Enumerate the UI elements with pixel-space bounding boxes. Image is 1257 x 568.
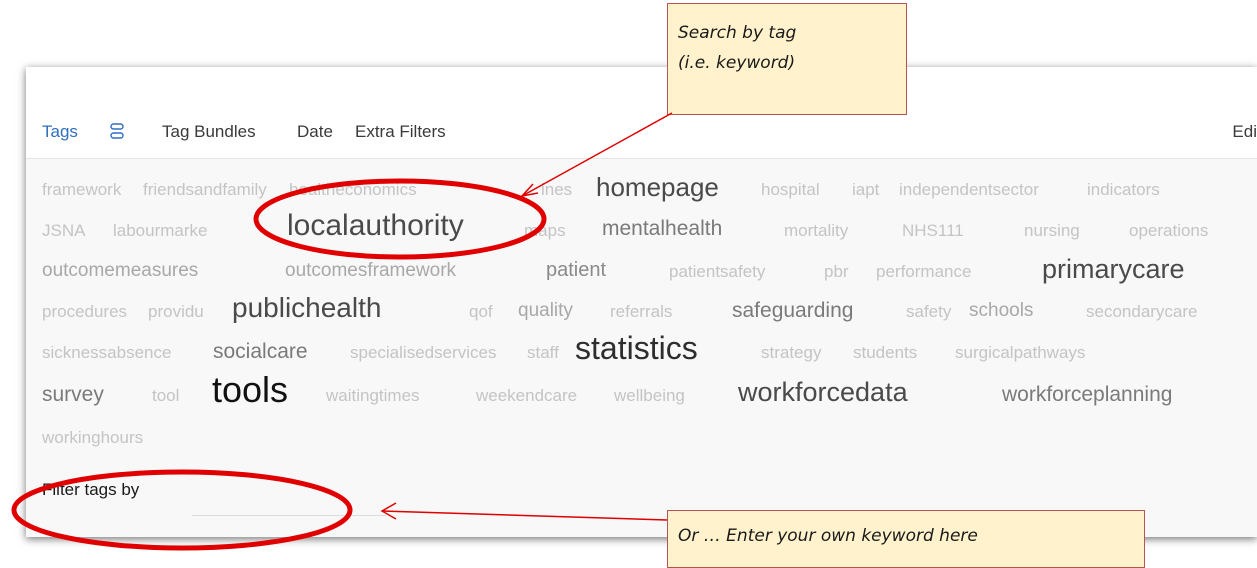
tag-item[interactable]: outcomemeasures	[42, 260, 198, 282]
tag-item[interactable]: quality	[518, 300, 573, 322]
tag-item[interactable]: secondarycare	[1086, 302, 1198, 322]
search-by-tag-callout: Search by tag (i.e. keyword)	[667, 3, 907, 115]
filter-tabs: Tags Tag Bundles Date Extra Filters Edi	[26, 105, 1257, 159]
tag-item[interactable]: JSNA	[42, 221, 85, 241]
tag-item[interactable]: independentsector	[899, 180, 1039, 200]
tag-item[interactable]: procedures	[42, 302, 127, 322]
enter-keyword-callout: Or … Enter your own keyword here	[667, 510, 1145, 568]
tag-item[interactable]: tool	[152, 386, 179, 406]
tag-item[interactable]: workinghours	[42, 428, 143, 448]
edit-link[interactable]: Edi	[1232, 122, 1257, 142]
callout-line: Or … Enter your own keyword here	[678, 526, 978, 546]
tag-item[interactable]: labourmarke	[113, 221, 208, 241]
tag-item[interactable]: referrals	[610, 302, 672, 322]
tag-item[interactable]: surgicalpathways	[955, 343, 1085, 363]
tag-item[interactable]: workforceplanning	[1002, 383, 1172, 407]
tag-item[interactable]: performance	[876, 262, 971, 282]
tag-item[interactable]: safety	[906, 302, 951, 322]
callout-line: (i.e. keyword)	[678, 53, 796, 73]
tag-item[interactable]: weekendcare	[476, 386, 577, 406]
tag-item[interactable]: nursing	[1024, 221, 1080, 241]
tag-item[interactable]: NHS111	[902, 221, 964, 241]
tag-item[interactable]: healtheconomics	[289, 180, 417, 200]
tag-item[interactable]: primarycare	[1042, 254, 1185, 285]
tag-item[interactable]: pbr	[824, 262, 849, 282]
tag-item[interactable]: friendsandfamily	[143, 180, 267, 200]
tab-tags[interactable]: Tags	[42, 122, 78, 142]
tag-item[interactable]: survey	[42, 383, 104, 407]
filter-tags-label: Filter tags by	[42, 480, 140, 499]
tag-item[interactable]: publichealth	[232, 292, 381, 324]
tag-item[interactable]: patient	[546, 259, 606, 282]
tag-item[interactable]: wellbeing	[614, 386, 685, 406]
tag-item[interactable]: safeguarding	[732, 299, 853, 323]
tag-item[interactable]: sicknessabsence	[42, 343, 171, 363]
tag-item[interactable]: schools	[969, 300, 1033, 322]
tag-item[interactable]: statistics	[575, 330, 698, 367]
panel-header	[26, 67, 1257, 106]
tag-item[interactable]: tools	[212, 369, 288, 411]
tag-item[interactable]: specialisedservices	[350, 343, 496, 363]
tag-item[interactable]: workforcedata	[738, 377, 908, 408]
tab-extra-filters[interactable]: Extra Filters	[355, 122, 446, 142]
tab-tag-bundles[interactable]: Tag Bundles	[162, 122, 256, 142]
tag-cloud: framework friendsandfamily healtheconomi…	[26, 158, 1257, 458]
tag-item[interactable]: homepage	[596, 172, 719, 203]
stack-icon[interactable]	[110, 122, 124, 140]
callout-line: Search by tag	[678, 23, 797, 43]
tag-item[interactable]: localauthority	[287, 209, 464, 243]
tag-item[interactable]: patientsafety	[669, 262, 765, 282]
tag-item[interactable]: ines	[541, 180, 572, 200]
tag-item[interactable]: providu	[148, 302, 204, 322]
tag-item[interactable]: maps	[524, 221, 566, 241]
tag-item[interactable]: operations	[1129, 221, 1208, 241]
tag-item[interactable]: waitingtimes	[326, 386, 420, 406]
tag-item[interactable]: qof	[469, 302, 493, 322]
tag-item[interactable]: hospital	[761, 180, 820, 200]
tag-item[interactable]: framework	[42, 180, 121, 200]
tag-item[interactable]: mentalhealth	[602, 217, 722, 241]
tag-item[interactable]: students	[853, 343, 917, 363]
tag-item[interactable]: outcomesframework	[285, 260, 456, 282]
filter-tags-input[interactable]	[192, 501, 386, 516]
tab-date[interactable]: Date	[297, 122, 333, 142]
tag-item[interactable]: mortality	[784, 221, 848, 241]
tag-item[interactable]: strategy	[761, 343, 821, 363]
filter-panel: Tags Tag Bundles Date Extra Filters Edi …	[26, 67, 1257, 537]
tag-item[interactable]: iapt	[852, 180, 879, 200]
tag-item[interactable]: staff	[527, 343, 559, 363]
tag-item[interactable]: socialcare	[213, 340, 308, 364]
tag-item[interactable]: indicators	[1087, 180, 1160, 200]
